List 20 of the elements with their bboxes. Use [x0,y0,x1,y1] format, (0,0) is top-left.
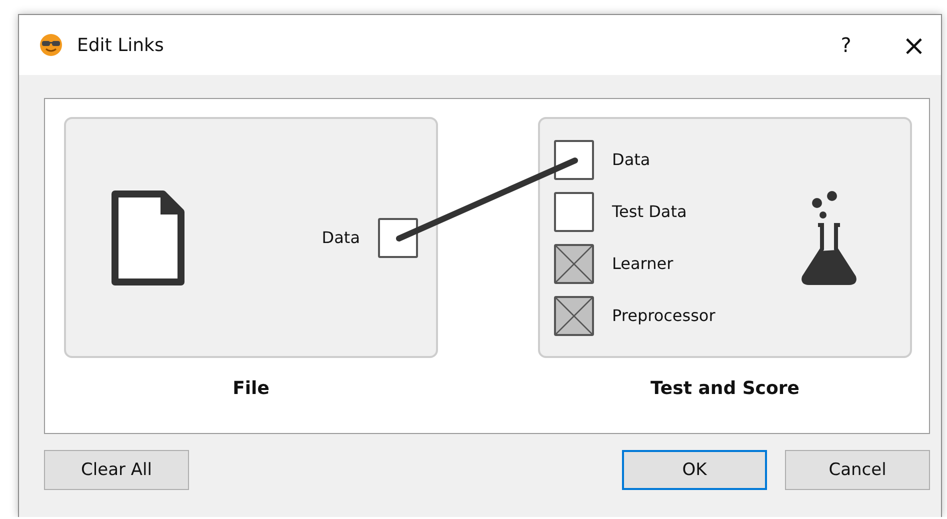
close-button[interactable]: × [891,25,937,65]
link-line[interactable] [396,158,578,242]
document-icon [111,190,185,286]
output-port[interactable] [378,218,418,258]
dialog-button[interactable]: OK [622,450,767,490]
input-port[interactable] [554,140,594,180]
input-port[interactable] [554,192,594,232]
node-title: File [232,378,270,399]
dialog-button[interactable]: Clear All [44,450,189,490]
window-title: Edit Links [77,34,164,56]
port-label: Data [322,228,360,247]
flask-icon [800,190,858,284]
port-label: Data [612,150,650,169]
help-button[interactable]: ? [823,25,869,65]
port-label: Test Data [612,202,687,221]
smiley-glasses-icon [39,33,63,57]
port-label: Preprocessor [612,306,716,325]
port-label: Learner [612,254,674,273]
node-title: Test and Score [650,378,800,399]
dialog-button[interactable]: Cancel [785,450,930,490]
